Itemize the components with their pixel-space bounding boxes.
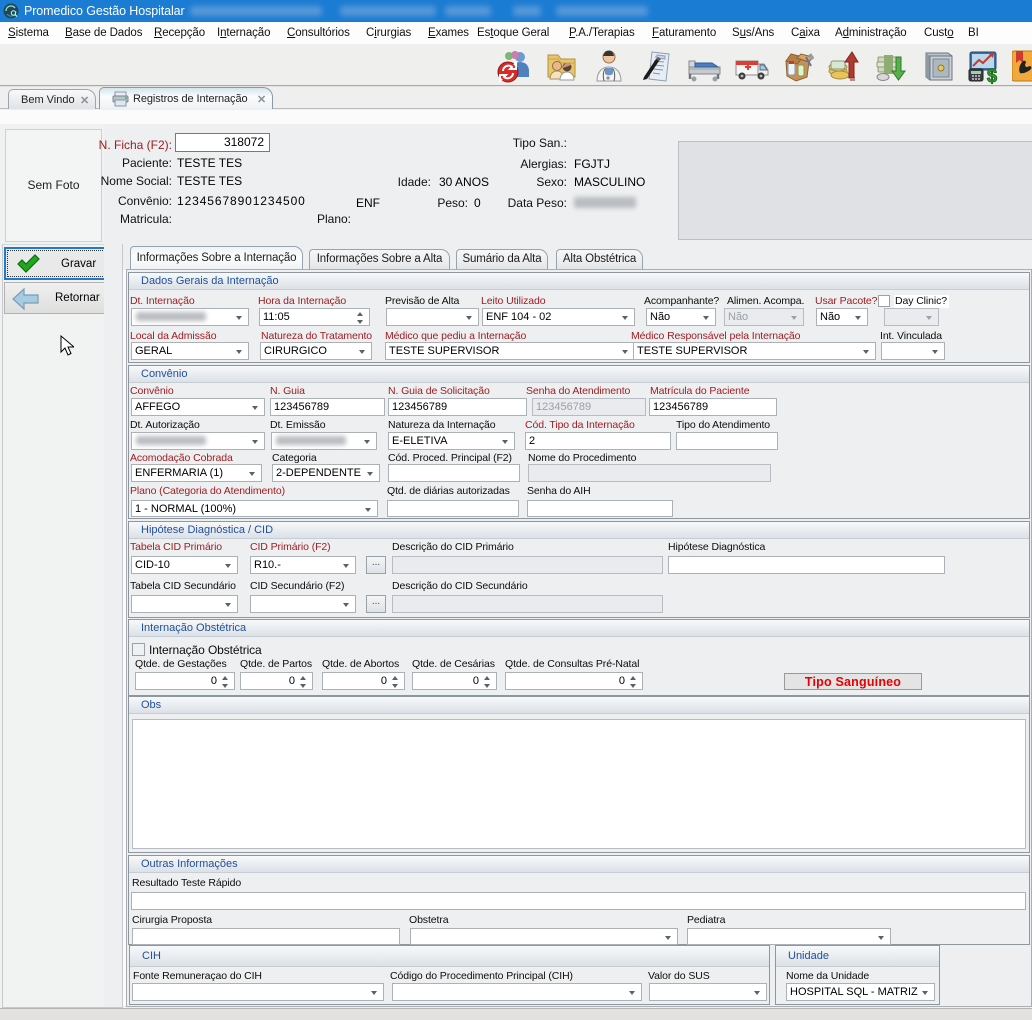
svg-text:$: $ (987, 66, 997, 84)
